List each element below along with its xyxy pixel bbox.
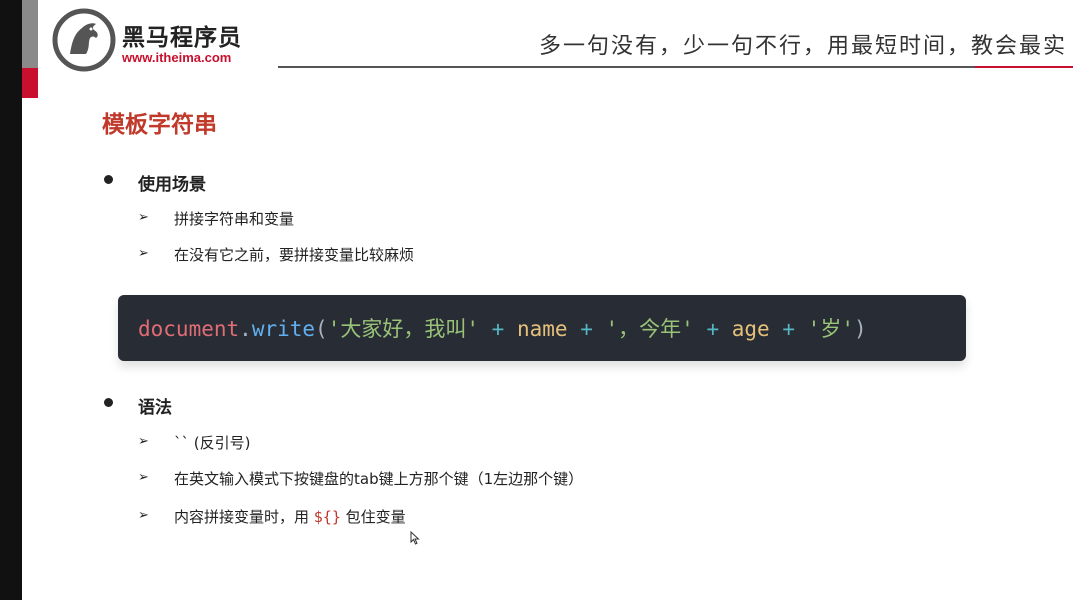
section-heading-syntax: 语法 <box>138 398 172 418</box>
code-line: document.write('大家好，我叫' + name + '，今年' +… <box>138 313 867 343</box>
arrow-bullet-icon: ➢ <box>138 210 149 225</box>
syntax-item-2: 在英文输入模式下按键盘的tab键上方那个键（1左边那个键） <box>174 470 584 488</box>
code-open-paren: ( <box>315 317 328 341</box>
section-heading-usage: 使用场景 <box>138 175 206 195</box>
code-block: document.write('大家好，我叫' + name + '，今年' +… <box>118 295 966 361</box>
bullet-dot-icon <box>104 398 113 407</box>
syntax-item-3-prefix: 内容拼接变量时，用 <box>174 508 314 526</box>
left-accent-red <box>22 68 38 98</box>
slogan: 多一句没有，少一句不行，用最短时间，教会最实 <box>538 34 1067 59</box>
code-object: document <box>138 317 240 341</box>
brand-url[interactable]: www.itheima.com <box>122 50 231 65</box>
mouse-cursor-icon <box>410 531 420 545</box>
code-string-2: '，今年' <box>605 317 694 341</box>
arrow-bullet-icon: ➢ <box>138 246 149 261</box>
arrow-bullet-icon: ➢ <box>138 508 149 523</box>
arrow-bullet-icon: ➢ <box>138 470 149 485</box>
horse-logo-icon <box>52 8 116 72</box>
code-string-3: '岁' <box>807 317 854 341</box>
code-plus: + <box>580 317 593 341</box>
code-plus: + <box>782 317 796 341</box>
header-divider <box>278 66 1073 68</box>
left-edge-bar <box>0 0 22 600</box>
slide-title: 模板字符串 <box>102 112 217 138</box>
code-plus: + <box>491 317 505 341</box>
header-divider-accent <box>975 66 1073 68</box>
code-close-paren: ) <box>853 317 867 341</box>
template-placeholder-code: ${} <box>313 508 341 526</box>
code-string-1: '大家好，我叫' <box>327 317 479 341</box>
brand-name: 黑马程序员 <box>122 25 242 51</box>
syntax-item-1: `` (反引号) <box>174 434 251 452</box>
code-var-name: name <box>516 317 568 341</box>
code-var-age: age <box>731 317 770 341</box>
bullet-dot-icon <box>104 175 113 184</box>
code-dot: . <box>239 317 252 341</box>
code-method: write <box>251 317 316 341</box>
code-plus: + <box>706 317 720 341</box>
arrow-bullet-icon: ➢ <box>138 434 149 449</box>
syntax-item-3: 内容拼接变量时，用 ${} 包住变量 <box>174 506 406 527</box>
syntax-item-3-suffix: 包住变量 <box>340 508 406 526</box>
usage-item-1: 拼接字符串和变量 <box>174 210 295 228</box>
usage-item-2: 在没有它之前，要拼接变量比较麻烦 <box>174 246 415 264</box>
